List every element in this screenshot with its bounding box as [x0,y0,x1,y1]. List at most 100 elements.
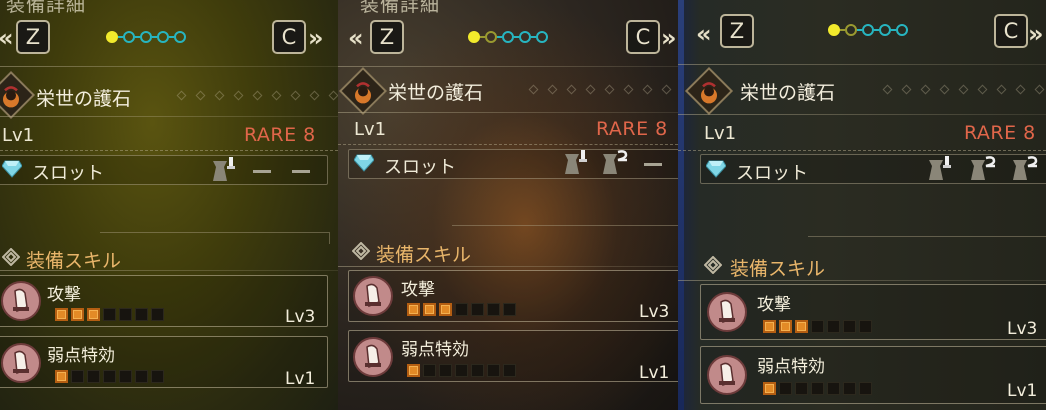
attack-skill-icon [707,292,747,332]
skill-pip-empty [503,364,516,377]
slot-label: スロット [32,163,104,184]
skill-pip-filled [407,364,420,377]
skill-pip-filled [779,320,792,333]
skill-pip-empty [471,303,484,316]
gem-icon [353,154,375,176]
prev-tab-key-z[interactable]: Z [370,20,404,54]
divider [678,280,1046,281]
skill-row-attack[interactable]: 攻撃 Lv3 [0,275,328,327]
next-tab-key-c[interactable]: C [994,14,1028,48]
skill-pip-empty [103,370,116,383]
skill-name: 弱点特効 [757,357,825,377]
panel-title: 装備詳細 [6,0,87,16]
divider [338,144,678,145]
weakness-exploit-icon [353,337,393,377]
slot-lv2-icon [600,150,628,174]
empty-slot-icon [253,170,271,173]
charm-level: Lv1 [354,119,387,140]
skill-pip-empty [423,364,436,377]
skills-header: 装備スキル [376,244,472,266]
skill-name: 弱点特効 [401,340,469,360]
equipment-detail-panel-3: « Z C » 栄世の護石 Lv1 RARE 8 スロット 装備スキル 攻撃 L… [678,0,1046,410]
charm-icon [338,66,388,116]
skill-pip-filled [55,370,68,383]
gem-icon [705,160,727,182]
slot-label: スロット [736,163,808,184]
skill-pip-filled [795,320,808,333]
skill-row-weakness-exploit[interactable]: 弱点特効 Lv1 [0,336,328,389]
skill-name: 攻撃 [401,280,435,300]
page-indicator-dot [519,31,531,43]
gem-icon [1,160,23,182]
rarity-label: RARE 8 [244,124,316,146]
prev-tab-key-z[interactable]: Z [720,14,754,48]
skill-pip-filled [763,382,776,395]
skill-pip-filled [71,308,84,321]
prev-chevron-icon[interactable]: « [696,20,712,48]
skill-level-pips [407,303,516,316]
skill-name: 攻撃 [47,285,81,305]
attack-skill-icon [353,276,393,316]
rarity-label: RARE 8 [964,122,1036,144]
skill-pip-empty [151,370,164,383]
skill-pip-empty [71,370,84,383]
next-tab-key-c[interactable]: C [272,20,306,54]
skill-pip-empty [455,303,468,316]
skill-pip-empty [135,308,148,321]
charm-name: 栄世の護石 [740,82,836,104]
panel-title: 装備詳細 [360,0,441,16]
decorative-diamonds [882,84,1046,96]
divider [0,150,338,151]
skill-pip-empty [827,320,840,333]
skill-pip-filled [407,303,420,316]
skill-pip-empty [471,364,484,377]
page-indicator-dot [502,31,514,43]
page-indicator [468,31,548,43]
skill-pip-empty [795,382,808,395]
decorative-frame [808,236,1046,248]
page-indicator-dot [536,31,548,43]
slot-lv2-icon [1010,156,1038,180]
decorative-diamonds [528,84,678,96]
skill-pip-empty [811,320,824,333]
skill-level: Lv1 [639,363,670,383]
skill-pip-empty [119,370,132,383]
attack-skill-icon [1,281,41,321]
skill-pip-empty [859,320,872,333]
charm-icon [0,70,36,120]
skill-level: Lv3 [639,302,670,322]
skill-pip-empty [135,370,148,383]
skill-pip-empty [811,382,824,395]
skill-row-weakness-exploit[interactable]: 弱点特効 Lv1 [348,330,678,383]
skill-pip-empty [455,364,468,377]
skill-row-weakness-exploit[interactable]: 弱点特効 Lv1 [700,346,1046,404]
weakness-exploit-icon [1,343,41,383]
page-indicator-dot [879,24,891,36]
skill-pip-empty [119,308,132,321]
skill-pip-empty [487,364,500,377]
skill-row-attack[interactable]: 攻撃 Lv3 [700,284,1046,340]
prev-chevron-icon[interactable]: « [0,24,14,52]
divider [338,266,678,267]
skill-level: Lv1 [1007,381,1038,401]
slot-lv1-icon [926,156,951,180]
divider [338,112,678,113]
charm-name: 栄世の護石 [36,88,132,110]
slot-lv1-icon [210,157,235,181]
skill-pip-filled [55,308,68,321]
skill-row-attack[interactable]: 攻撃 Lv3 [348,270,678,322]
skill-level-pips [763,382,872,395]
page-indicator-dot [157,31,169,43]
prev-tab-key-z[interactable]: Z [16,20,50,54]
charm-level: Lv1 [2,125,35,146]
rarity-label: RARE 8 [596,118,668,140]
page-indicator [106,31,186,43]
skill-pip-empty [843,382,856,395]
next-tab-key-c[interactable]: C [626,20,660,54]
next-chevron-icon[interactable]: » [661,24,677,52]
skill-level-pips [55,308,164,321]
next-chevron-icon[interactable]: » [1028,20,1044,48]
prev-chevron-icon[interactable]: « [348,24,364,52]
divider [0,66,338,67]
next-chevron-icon[interactable]: » [308,24,324,52]
